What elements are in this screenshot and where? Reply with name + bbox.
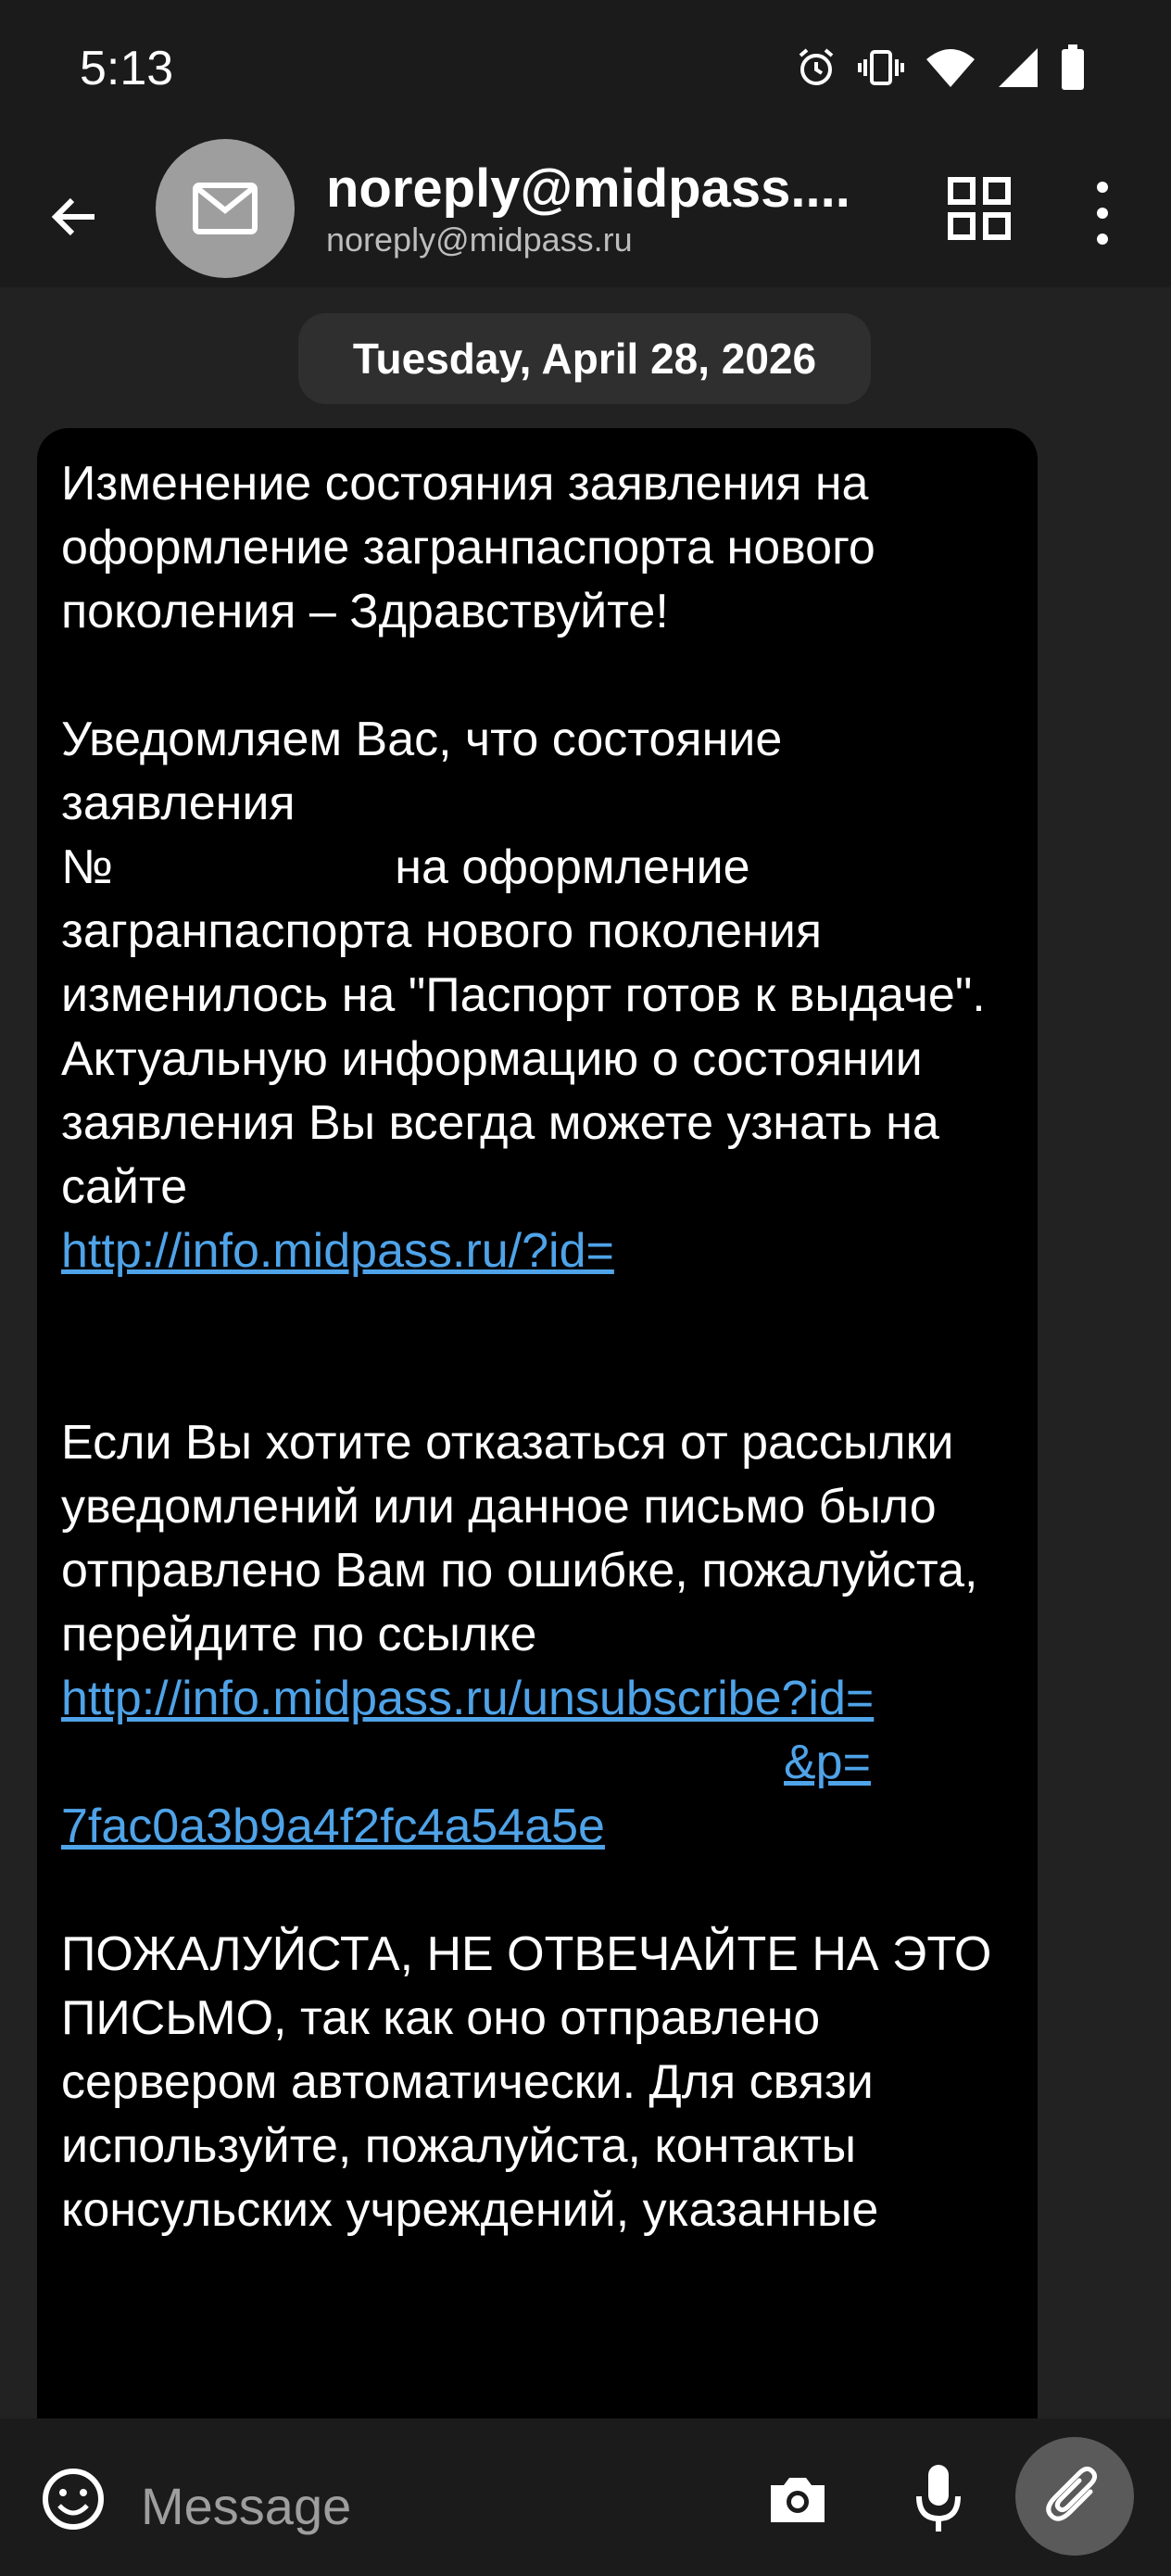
more-vert-icon [1097, 182, 1108, 245]
status-icons [795, 44, 1086, 95]
more-menu-button[interactable] [1084, 176, 1121, 250]
application-number-prefix: № [61, 840, 113, 894]
mail-icon [193, 183, 258, 234]
camera-button[interactable] [765, 2467, 830, 2532]
message-text-run: на оформление загранпаспорта нового поко… [61, 840, 986, 1022]
vibrate-icon [858, 46, 904, 94]
unsubscribe-link-tail[interactable]: &p= [784, 1736, 871, 1789]
attach-button[interactable] [1015, 2437, 1134, 2556]
alarm-icon [795, 46, 837, 94]
message-composer [0, 2418, 1171, 2576]
message-paragraph: Актуальную информацию о состоянии заявле… [61, 1032, 939, 1214]
status-bar: 5:13 [0, 0, 1171, 139]
signal-icon [997, 46, 1039, 94]
message-text: Изменение состояния заявления на оформле… [61, 452, 1025, 2242]
message-paragraph: № на оформление загранпаспорта нового по… [61, 836, 1025, 1028]
qr-grid-icon [948, 177, 1011, 240]
unsubscribe-link-line3[interactable]: 7fac0a3b9a4f2fc4a54a5e [61, 1799, 605, 1853]
message-paragraph: Изменение состояния заявления на оформле… [61, 457, 875, 638]
unsubscribe-link[interactable]: http://info.midpass.ru/unsubscribe?id= &p… [61, 1667, 1025, 1859]
camera-icon [771, 2478, 825, 2522]
message-input[interactable] [139, 2472, 699, 2539]
emoji-button[interactable] [41, 2467, 106, 2532]
contact-name[interactable]: noreply@midpass.... [326, 158, 882, 220]
status-time: 5:13 [80, 42, 174, 95]
message-paragraph: Уведомляем Вас, что состояние заявления [61, 713, 783, 830]
avatar[interactable] [156, 139, 295, 278]
unsubscribe-link-line1[interactable]: http://info.midpass.ru/unsubscribe?id= [61, 1672, 874, 1725]
back-button[interactable] [37, 180, 111, 254]
date-separator: Tuesday, April 28, 2026 [298, 313, 871, 404]
qr-grid-button[interactable] [947, 176, 1012, 241]
emoji-icon [43, 2469, 104, 2530]
attach-icon [1046, 2466, 1098, 2521]
message-paragraph: Если Вы хотите отказаться от рассылки ув… [61, 1416, 978, 1661]
wifi-icon [925, 46, 976, 94]
status-link-text[interactable]: http://info.midpass.ru/?id= [61, 1224, 614, 1278]
status-link[interactable]: http://info.midpass.ru/?id= [61, 1219, 1025, 1283]
message-paragraph: ПОЖАЛУЙСТА, НЕ ОТВЕЧАЙТЕ НА ЭТО ПИСЬМО, … [61, 1927, 992, 2237]
voice-button[interactable] [913, 2461, 963, 2535]
chat-area[interactable]: Tuesday, April 28, 2026 Изменение состоя… [0, 287, 1171, 2418]
contact-address: noreply@midpass.ru [326, 221, 633, 259]
back-arrow-icon [51, 197, 94, 236]
mic-icon [916, 2465, 961, 2532]
battery-icon [1060, 44, 1086, 95]
chat-header: noreply@midpass.... noreply@midpass.ru [0, 139, 1171, 287]
